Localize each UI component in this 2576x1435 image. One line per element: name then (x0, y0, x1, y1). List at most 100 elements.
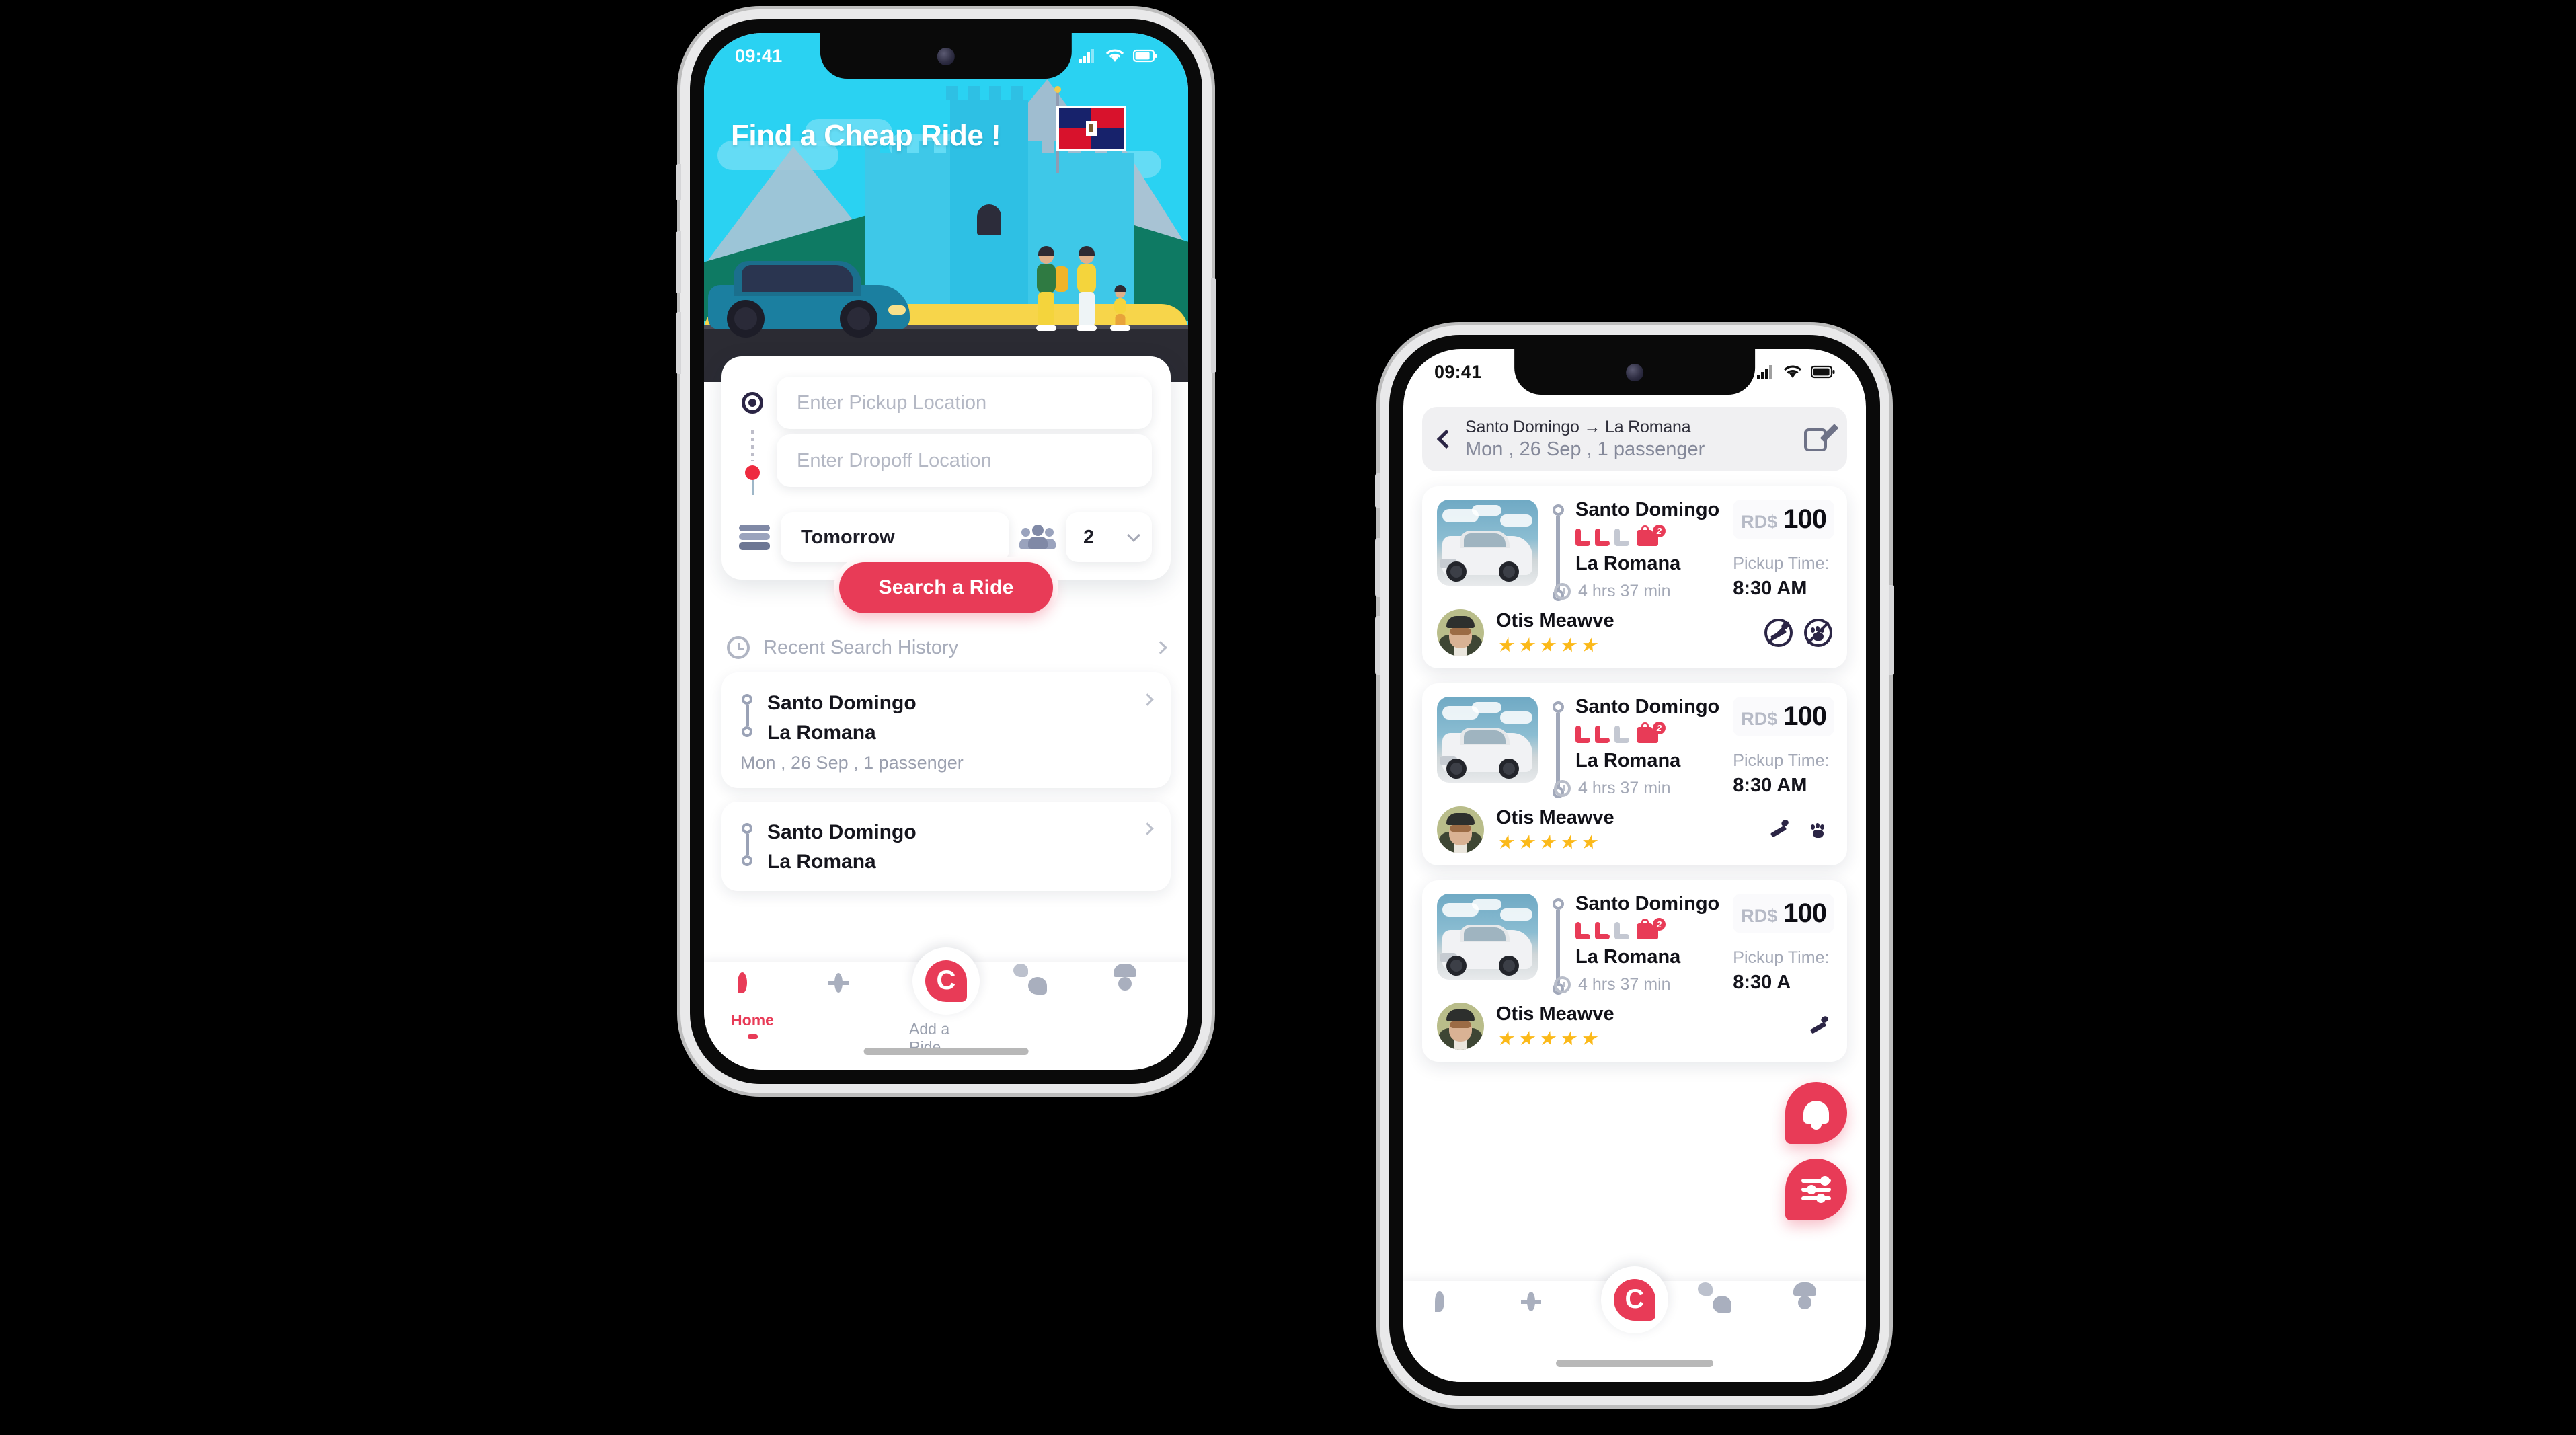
ride-from-city: Santo Domingo (1575, 892, 1720, 915)
nav-item-home[interactable]: Home (715, 972, 789, 1039)
volume-up-button (1375, 538, 1380, 597)
phone-mockup-home: 09:41 Find a Cheap Ride ! Enter Pickup L… (676, 9, 1216, 1093)
nav-item-messages[interactable] (1690, 1282, 1764, 1325)
nav-item-messages[interactable] (1006, 964, 1080, 1007)
luggage-icon: 2 (1637, 918, 1666, 940)
seat-icon-available (1575, 528, 1590, 546)
status-icons (1757, 364, 1835, 379)
no-pets-icon (1804, 618, 1832, 647)
person-man (1031, 246, 1068, 331)
nav-item-add-ride[interactable]: C Add a Ride (909, 947, 983, 1056)
pin-tail (751, 480, 754, 495)
history-item[interactable]: Santo Domingo La Romana Mon , 26 Sep , 1… (721, 672, 1171, 788)
price-value: 100 (1783, 898, 1827, 928)
recent-search-history-header[interactable]: Recent Search History (704, 613, 1188, 659)
seat-availability: 2 (1575, 721, 1719, 743)
floating-action-buttons (1785, 1082, 1847, 1220)
chevron-down-icon (1127, 529, 1140, 542)
cellular-signal-icon (1079, 49, 1094, 63)
nav-item-profile[interactable] (1103, 977, 1177, 1007)
seat-icon-available (1595, 922, 1610, 940)
ride-card[interactable]: Santo Domingo 2 La Romana 4 hrs 37 min R… (1422, 880, 1847, 1062)
history-from-city: Santo Domingo (767, 821, 916, 843)
logo-c-icon: C (925, 960, 967, 1002)
price-currency: RD$ (1741, 512, 1778, 532)
price-value: 100 (1783, 701, 1827, 731)
pickup-row (740, 377, 1152, 429)
seat-icon-available (1595, 528, 1610, 546)
date-value: Tomorrow (801, 526, 895, 548)
driver-rating-stars: ★ ★ ★ ★ ★ (1496, 1028, 1597, 1050)
location-pin-icon (738, 972, 767, 1007)
front-camera-icon (1626, 364, 1643, 381)
add-ride-fab[interactable]: C (912, 947, 980, 1015)
ride-from-city: Santo Domingo (1575, 499, 1720, 520)
flag-coat-of-arms (1086, 121, 1097, 136)
dominican-republic-flag-icon (1056, 106, 1126, 151)
chevron-right-icon (1141, 693, 1154, 706)
notification-bell-icon (1803, 1098, 1829, 1128)
back-chevron-icon[interactable] (1436, 429, 1456, 449)
filter-fab[interactable] (1785, 1159, 1847, 1220)
cellular-signal-icon (1757, 365, 1772, 379)
nav-item-home[interactable] (1413, 1291, 1487, 1325)
ride-to-city: La Romana (1575, 552, 1681, 574)
edit-pencil-icon[interactable] (1803, 424, 1839, 454)
home-screen: 09:41 Find a Cheap Ride ! Enter Pickup L… (704, 33, 1188, 1070)
date-picker[interactable]: Tomorrow (781, 512, 1009, 562)
seat-icon-taken (1614, 725, 1629, 743)
ride-card[interactable]: Santo Domingo 2 La Romana 4 hrs 37 min R… (1422, 683, 1847, 865)
luggage-count-badge: 2 (1653, 524, 1666, 537)
add-ride-fab[interactable]: C (1600, 1266, 1668, 1333)
nav-item-profile[interactable] (1783, 1296, 1857, 1325)
notification-bell-fab[interactable] (1785, 1082, 1847, 1144)
price-badge: RD$ 100 (1733, 696, 1835, 736)
price-badge: RD$ 100 (1733, 893, 1835, 933)
luggage-icon: 2 (1637, 721, 1666, 743)
user-profile-icon (1805, 1296, 1834, 1325)
search-results-screen: 09:41 Santo Domingo → La Romana Mon , 26… (1403, 349, 1866, 1382)
ride-duration: 4 hrs 37 min (1554, 779, 1719, 798)
history-to-city: La Romana (767, 721, 876, 744)
pickup-time-label: Pickup Time: (1733, 947, 1830, 967)
ride-duration: 4 hrs 37 min (1554, 582, 1719, 601)
logo-c-icon: C (1613, 1279, 1655, 1321)
chevron-right-icon (1141, 822, 1154, 835)
luggage-count-badge: 2 (1653, 918, 1666, 931)
history-item[interactable]: Santo Domingo La Romana (721, 802, 1171, 891)
ride-card[interactable]: Santo Domingo 2 La Romana 4 hrs 37 min R… (1422, 486, 1847, 668)
pets-allowed-icon (1804, 816, 1832, 844)
nav-item-rides[interactable] (812, 973, 886, 1007)
nav-item-rides[interactable] (1505, 1292, 1579, 1325)
route-rail (740, 818, 754, 866)
chat-bubbles-icon (1013, 964, 1058, 1007)
no-smoking-icon (1764, 618, 1793, 647)
pickup-time-value: 8:30 AM (1733, 774, 1807, 796)
front-camera-icon (937, 48, 955, 65)
history-meta: Mon , 26 Sep , 1 passenger (740, 752, 964, 773)
smoking-allowed-icon (1764, 816, 1793, 844)
nav-item-add-ride[interactable]: C (1598, 1266, 1672, 1333)
luggage-count-badge: 2 (1653, 721, 1666, 734)
pickup-time-label: Pickup Time: (1733, 554, 1830, 573)
header-subtitle: Mon , 26 Sep , 1 passenger (1465, 438, 1705, 460)
passenger-count-value: 2 (1083, 526, 1095, 548)
pickup-input[interactable] (777, 377, 1152, 429)
person-child (1110, 285, 1130, 331)
nav-label-home: Home (731, 1011, 774, 1029)
status-time: 09:41 (735, 45, 783, 66)
wifi-icon (1783, 365, 1802, 378)
date-passenger-row: Tomorrow 2 (739, 512, 1152, 562)
ride-from-city: Santo Domingo (1575, 695, 1720, 718)
dotted-connector (751, 430, 754, 461)
dropoff-input[interactable] (777, 434, 1152, 487)
driver-avatar (1437, 609, 1484, 656)
calendar-icon (739, 523, 770, 551)
price-currency: RD$ (1741, 708, 1778, 729)
driver-rating-stars: ★ ★ ★ ★ ★ (1496, 634, 1597, 656)
search-ride-button[interactable]: Search a Ride (839, 562, 1053, 613)
passenger-count-select[interactable]: 2 (1066, 512, 1152, 562)
header-route: Santo Domingo → La Romana (1465, 418, 1691, 436)
results-header: Santo Domingo → La Romana Mon , 26 Sep ,… (1422, 407, 1847, 471)
chevron-right-icon (1154, 641, 1167, 654)
